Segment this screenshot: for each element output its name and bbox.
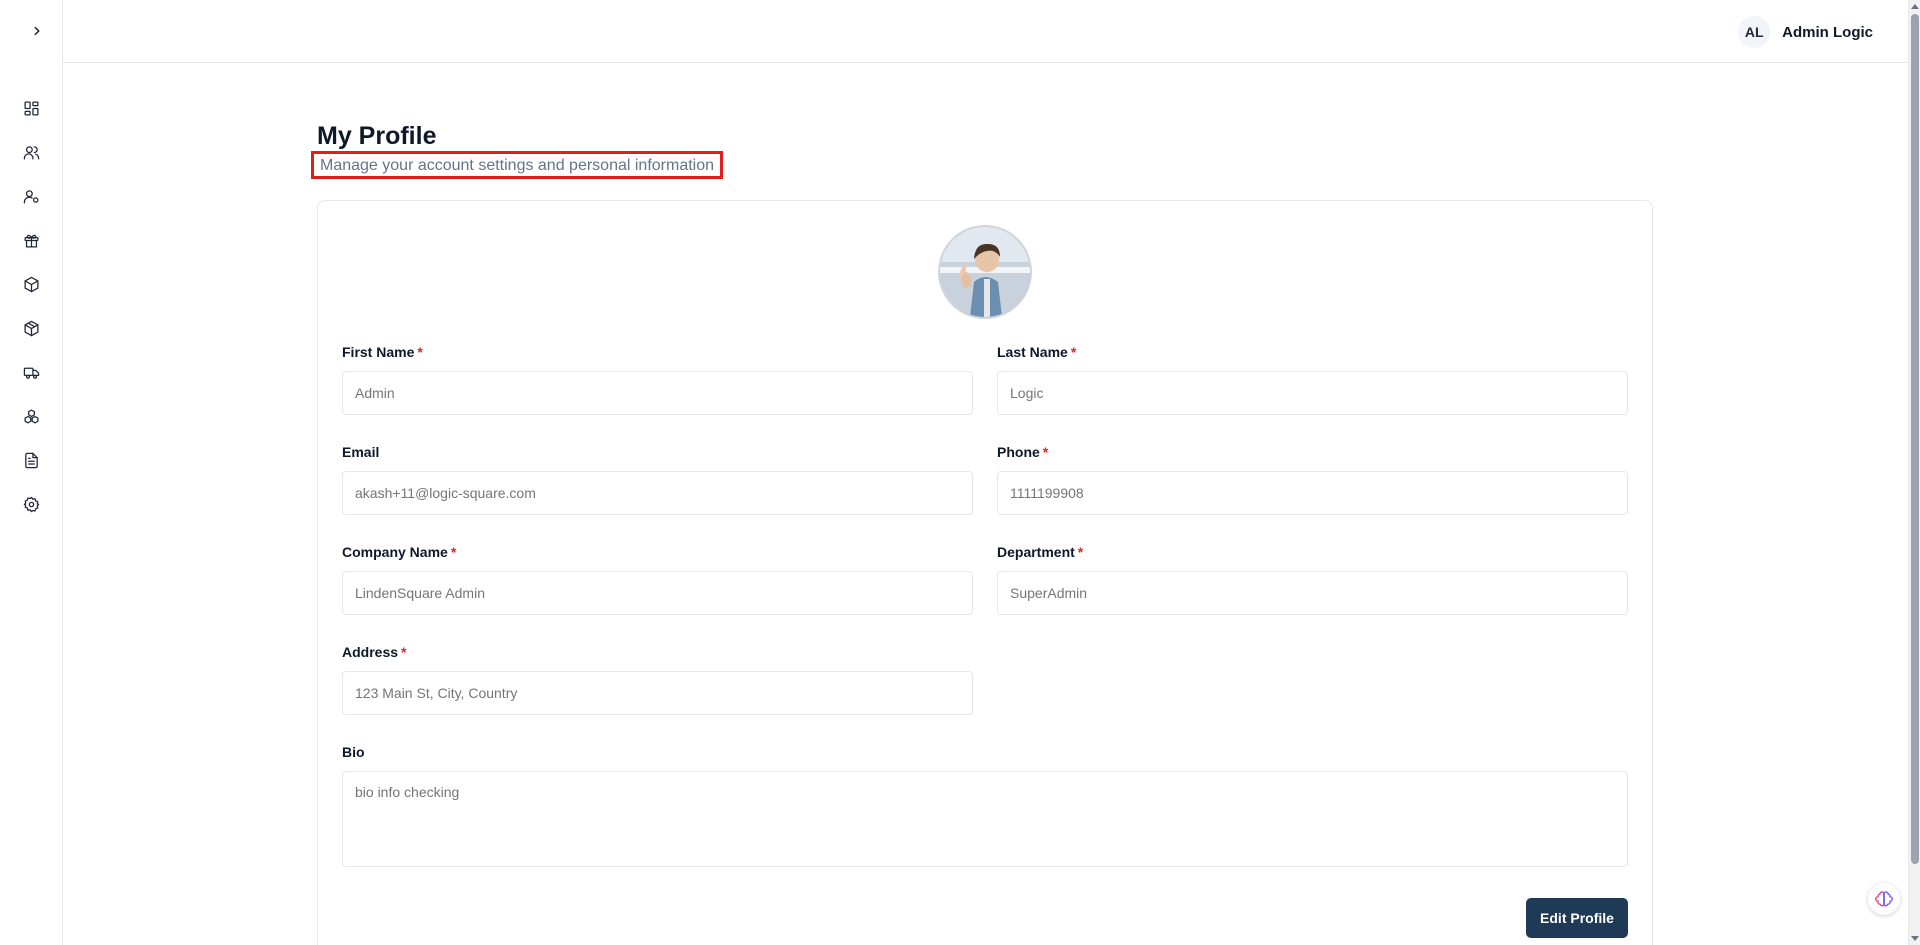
last-name-group: Last Name *	[997, 344, 1628, 415]
email-group: Email	[342, 444, 973, 515]
phone-label: Phone *	[997, 444, 1628, 460]
last-name-input[interactable]	[997, 371, 1628, 415]
user-menu[interactable]: AL Admin Logic	[1738, 16, 1873, 48]
sidebar-item-settings[interactable]	[0, 482, 63, 526]
email-label-text: Email	[342, 444, 380, 460]
users-icon	[23, 145, 40, 160]
brain-icon	[1875, 891, 1893, 907]
bio-label-text: Bio	[342, 744, 365, 760]
sidebar-item-categories[interactable]	[0, 394, 63, 438]
department-label-text: Department	[997, 544, 1075, 560]
scroll-thumb[interactable]	[1911, 14, 1919, 864]
assistant-button[interactable]	[1868, 883, 1900, 915]
email-label: Email	[342, 444, 973, 460]
department-group: Department *	[997, 544, 1628, 615]
address-label-text: Address	[342, 644, 399, 660]
package-icon	[24, 276, 39, 292]
bio-textarea[interactable]	[342, 771, 1628, 867]
phone-group: Phone *	[997, 444, 1628, 515]
company-name-input[interactable]	[342, 571, 973, 615]
dashboard-icon	[24, 100, 39, 116]
required-marker: *	[417, 344, 423, 360]
last-name-label-text: Last Name	[997, 344, 1068, 360]
page-title: My Profile	[317, 122, 437, 150]
settings-icon	[23, 496, 40, 512]
required-marker: *	[1042, 444, 1049, 460]
required-marker: *	[1070, 344, 1077, 360]
user-name: Admin Logic	[1782, 23, 1873, 41]
chevron-right-icon	[34, 26, 40, 36]
first-name-input[interactable]	[342, 371, 973, 415]
email-field[interactable]	[342, 471, 973, 515]
first-name-label: First Name *	[342, 344, 973, 360]
phone-input[interactable]	[997, 471, 1628, 515]
document-icon	[25, 452, 38, 468]
address-group: Address *	[342, 644, 973, 715]
bio-label: Bio	[342, 744, 1628, 760]
box-icon	[24, 320, 39, 336]
last-name-label: Last Name *	[997, 344, 1628, 360]
required-marker: *	[1077, 544, 1084, 560]
address-label: Address *	[342, 644, 973, 660]
profile-photo[interactable]	[938, 225, 1032, 319]
sidebar-nav	[0, 86, 63, 526]
scroll-up-arrow[interactable]	[1911, 4, 1919, 9]
sidebar-item-inventory[interactable]	[0, 306, 63, 350]
top-header: AL Admin Logic	[63, 0, 1908, 63]
sidebar-item-shipping[interactable]	[0, 350, 63, 394]
department-label: Department *	[997, 544, 1628, 560]
profile-photo-image	[940, 227, 1030, 317]
company-name-label: Company Name *	[342, 544, 973, 560]
edit-profile-button[interactable]: Edit Profile	[1526, 898, 1628, 938]
sidebar-toggle-button[interactable]	[25, 19, 49, 43]
phone-label-text: Phone	[997, 444, 1040, 460]
address-input[interactable]	[342, 671, 973, 715]
required-marker: *	[450, 544, 457, 560]
department-input[interactable]	[997, 571, 1628, 615]
company-name-label-text: Company Name	[342, 544, 448, 560]
sidebar	[0, 0, 63, 945]
truck-icon	[23, 367, 40, 379]
required-marker: *	[401, 644, 407, 660]
bio-group: Bio	[342, 744, 1628, 872]
sidebar-item-rewards[interactable]	[0, 218, 63, 262]
company-name-group: Company Name *	[342, 544, 973, 615]
sidebar-item-users[interactable]	[0, 130, 63, 174]
gift-icon	[24, 234, 39, 248]
sidebar-item-reports[interactable]	[0, 438, 63, 482]
user-settings-icon	[23, 189, 39, 204]
sidebar-item-products[interactable]	[0, 262, 63, 306]
first-name-label-text: First Name	[342, 344, 415, 360]
scroll-down-arrow[interactable]	[1911, 936, 1919, 941]
avatar: AL	[1738, 16, 1771, 48]
page-subtitle: Manage your account settings and persona…	[311, 151, 724, 179]
profile-card: First Name* Last Name* Email Phone* Comp…	[317, 200, 1653, 945]
first-name-group: First Name *	[342, 344, 973, 415]
page-scrollbar[interactable]	[1908, 0, 1920, 945]
sidebar-item-dashboard[interactable]	[0, 86, 63, 130]
sidebar-item-user-settings[interactable]	[0, 174, 63, 218]
boxes-icon	[24, 408, 39, 424]
